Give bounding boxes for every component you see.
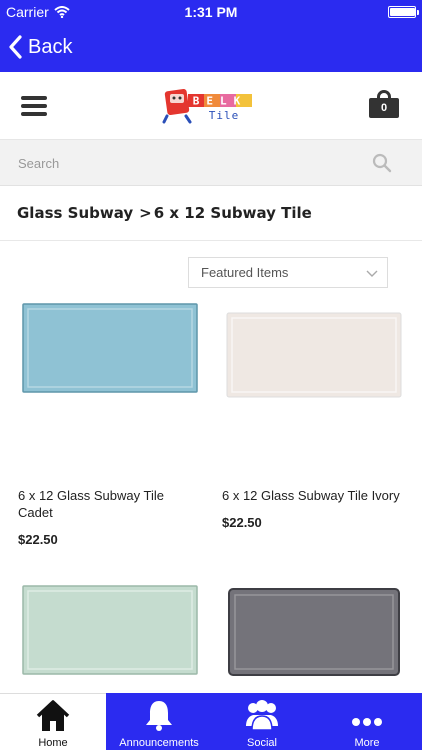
tab-home[interactable]: Home xyxy=(0,693,106,750)
product-image[interactable] xyxy=(22,585,198,675)
menu-icon[interactable] xyxy=(21,96,47,116)
tab-label: Announcements xyxy=(119,737,199,749)
product-price: $22.50 xyxy=(222,515,262,530)
product-image[interactable] xyxy=(228,588,400,676)
store-logo[interactable]: BELK Tile xyxy=(160,86,260,124)
top-bar: Carrier 1:31 PM Back xyxy=(0,0,422,72)
chevron-left-icon xyxy=(9,35,22,59)
tab-bar: Home Announcements Social More xyxy=(0,693,422,750)
product-price: $22.50 xyxy=(18,532,58,547)
sort-dropdown[interactable]: Featured Items xyxy=(188,257,388,288)
tab-label: Social xyxy=(247,737,277,749)
battery-icon xyxy=(388,6,419,18)
battery-level xyxy=(390,8,415,16)
tab-announcements[interactable]: Announcements xyxy=(106,693,212,750)
logo-text-bottom: Tile xyxy=(209,109,240,122)
status-bar: Carrier 1:31 PM xyxy=(0,0,422,24)
search-bar xyxy=(0,140,422,186)
product-image[interactable] xyxy=(226,312,402,398)
product-image[interactable] xyxy=(22,303,198,393)
search-input[interactable] xyxy=(18,148,358,178)
store-header: BELK Tile xyxy=(0,72,422,140)
app-screen: Carrier 1:31 PM Back BELK Tile 0 Search … xyxy=(0,0,422,750)
product-name[interactable]: 6 x 12 Glass Subway Tile Ivory xyxy=(222,487,422,504)
cart-button[interactable]: 0 xyxy=(369,90,399,118)
back-button[interactable]: Back xyxy=(8,30,72,64)
people-icon xyxy=(246,700,278,731)
tab-label: Home xyxy=(38,737,68,749)
back-label: Back xyxy=(28,35,73,58)
breadcrumb: Glass Subway > 6 x 12 Subway Tile xyxy=(0,186,422,241)
breadcrumb-separator: > xyxy=(139,204,152,222)
tab-more[interactable]: More xyxy=(312,693,422,750)
more-icon xyxy=(352,718,382,726)
tab-social[interactable]: Social xyxy=(212,693,312,750)
cart-count: 0 xyxy=(369,98,399,118)
breadcrumb-parent[interactable]: Glass Subway xyxy=(17,204,133,222)
tab-label: More xyxy=(354,737,380,749)
sort-selected: Featured Items xyxy=(201,265,289,280)
product-name[interactable]: 6 x 12 Glass Subway Tile Cadet xyxy=(18,487,188,521)
bell-icon xyxy=(146,701,172,731)
breadcrumb-current: 6 x 12 Subway Tile xyxy=(153,204,312,222)
home-icon xyxy=(36,700,70,731)
logo-text-top: BELK xyxy=(193,95,248,108)
search-icon[interactable] xyxy=(372,153,392,173)
clock: 1:31 PM xyxy=(184,4,238,20)
chevron-down-icon xyxy=(366,270,378,277)
